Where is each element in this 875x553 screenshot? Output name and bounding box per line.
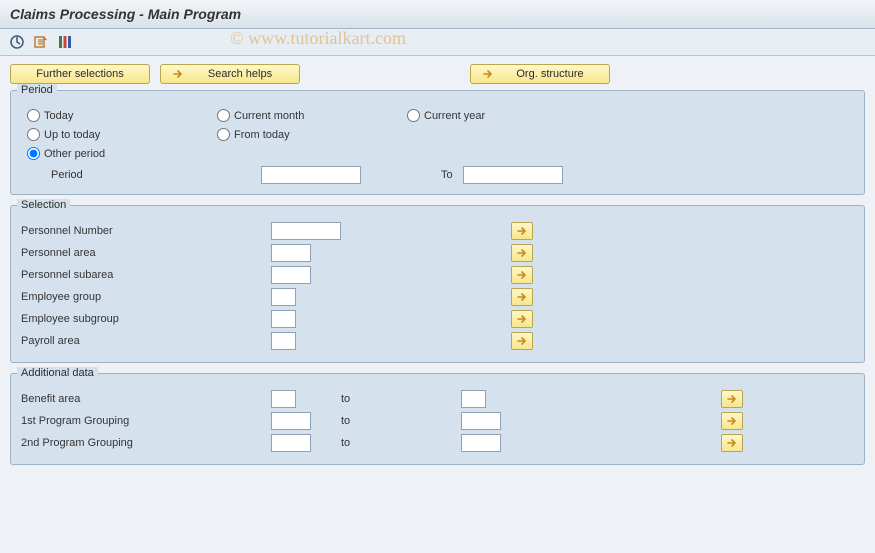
sel-row-payroll-area: Payroll area [21,330,854,352]
additional-data-group: Additional data Benefit area to 1st Prog… [10,373,865,465]
sel-label: Employee group [21,291,271,303]
to-label: to [341,437,461,449]
radio-today[interactable] [27,109,40,122]
sel-row-personnel-number: Personnel Number [21,220,854,242]
sel-row-personnel-subarea: Personnel subarea [21,264,854,286]
search-helps-button[interactable]: Search helps [160,64,300,84]
sel-label: Personnel Number [21,225,271,237]
execute-icon[interactable] [8,33,26,51]
sel-row-employee-subgroup: Employee subgroup [21,308,854,330]
prog1-from-input[interactable] [271,412,311,430]
personnel-number-input[interactable] [271,222,341,240]
add-label: 2nd Program Grouping [21,437,271,449]
radio-other-period-label[interactable]: Other period [44,148,105,160]
radio-current-month[interactable] [217,109,230,122]
multiple-selection-button[interactable] [511,310,533,328]
arrow-right-icon [171,67,185,81]
further-selections-button[interactable]: Further selections [10,64,150,84]
personnel-area-input[interactable] [271,244,311,262]
period-to-label: To [441,169,453,181]
sel-row-employee-group: Employee group [21,286,854,308]
selection-options-icon[interactable] [56,33,74,51]
multiple-selection-button[interactable] [721,390,743,408]
add-row-1st-program-grouping: 1st Program Grouping to [21,410,854,432]
sel-label: Payroll area [21,335,271,347]
org-structure-button[interactable]: Org. structure [470,64,610,84]
multiple-selection-button[interactable] [511,266,533,284]
multiple-selection-button[interactable] [721,412,743,430]
period-to-input[interactable] [463,166,563,184]
radio-from-today[interactable] [217,128,230,141]
multiple-selection-button[interactable] [511,332,533,350]
prog2-from-input[interactable] [271,434,311,452]
prog2-to-input[interactable] [461,434,501,452]
employee-subgroup-input[interactable] [271,310,296,328]
to-label: to [341,415,461,427]
radio-other-period[interactable] [27,147,40,160]
period-legend: Period [17,84,57,96]
personnel-subarea-input[interactable] [271,266,311,284]
radio-current-year-label[interactable]: Current year [424,110,485,122]
radio-today-label[interactable]: Today [44,110,73,122]
radio-current-year[interactable] [407,109,420,122]
period-from-input[interactable] [261,166,361,184]
benefit-area-from-input[interactable] [271,390,296,408]
multiple-selection-button[interactable] [511,288,533,306]
search-helps-label: Search helps [191,68,289,80]
radio-current-month-label[interactable]: Current month [234,110,304,122]
add-row-2nd-program-grouping: 2nd Program Grouping to [21,432,854,454]
icon-toolbar [0,29,875,56]
radio-from-today-label[interactable]: From today [234,129,290,141]
add-label: 1st Program Grouping [21,415,271,427]
to-label: to [341,393,461,405]
further-selections-label: Further selections [36,68,123,80]
sel-label: Employee subgroup [21,313,271,325]
additional-legend: Additional data [17,367,98,379]
selection-group: Selection Personnel Number Personnel are… [10,205,865,363]
sel-label: Personnel area [21,247,271,259]
multiple-selection-button[interactable] [511,244,533,262]
benefit-area-to-input[interactable] [461,390,486,408]
multiple-selection-button[interactable] [721,434,743,452]
radio-up-to-today-label[interactable]: Up to today [44,129,100,141]
radio-up-to-today[interactable] [27,128,40,141]
employee-group-input[interactable] [271,288,296,306]
add-row-benefit-area: Benefit area to [21,388,854,410]
multiple-selection-button[interactable] [511,222,533,240]
get-variant-icon[interactable] [32,33,50,51]
sel-label: Personnel subarea [21,269,271,281]
period-label: Period [51,169,151,181]
prog1-to-input[interactable] [461,412,501,430]
top-button-row: Further selections Search helps Org. str… [10,64,865,84]
add-label: Benefit area [21,393,271,405]
org-structure-label: Org. structure [501,68,599,80]
selection-legend: Selection [17,199,70,211]
sel-row-personnel-area: Personnel area [21,242,854,264]
window-title: Claims Processing - Main Program [0,0,875,29]
period-group: Period Today Current month Current year … [10,90,865,195]
arrow-right-icon [481,67,495,81]
payroll-area-input[interactable] [271,332,296,350]
